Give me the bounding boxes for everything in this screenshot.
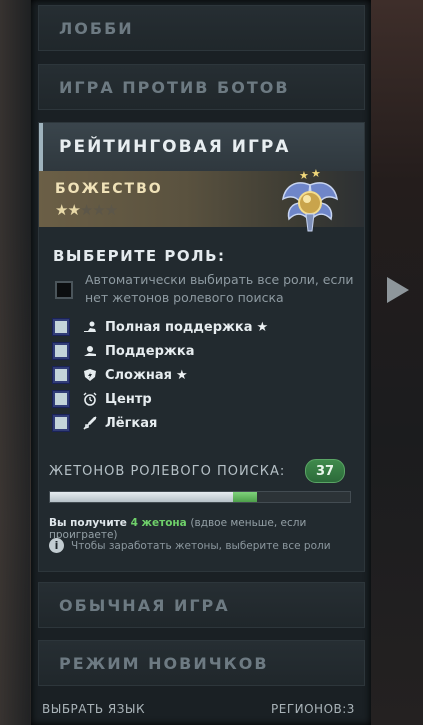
regions-link[interactable]: РЕГИОНОВ:3	[271, 702, 355, 716]
svg-text:★: ★	[299, 169, 309, 182]
role-checkbox[interactable]	[53, 367, 69, 383]
info-icon: i	[49, 538, 64, 553]
svg-text:★: ★	[311, 167, 321, 180]
preferred-star-icon: ★	[256, 319, 269, 335]
role-checkbox[interactable]	[53, 319, 69, 335]
role-checkbox[interactable]	[53, 415, 69, 431]
divine-medal-icon: ★ ★	[282, 167, 338, 232]
normal-game-label: ОБЫЧНАЯ ИГРА	[59, 595, 230, 615]
offlane-icon	[84, 369, 96, 381]
expand-arrow-icon[interactable]	[387, 277, 409, 303]
mid-icon	[83, 392, 97, 406]
info-text: Чтобы заработать жетоны, выберите все ро…	[71, 539, 331, 552]
bots-label: ИГРА ПРОТИВ БОТОВ	[59, 77, 290, 97]
background-left-art	[0, 0, 30, 725]
role-label: Поддержка	[105, 343, 195, 359]
rank-stars-filled: ★★	[55, 201, 81, 219]
role-checkbox[interactable]	[53, 343, 69, 359]
newbie-mode-button[interactable]: РЕЖИМ НОВИЧКОВ	[38, 640, 365, 686]
role-label: Сложная	[105, 367, 173, 383]
bots-button[interactable]: ИГРА ПРОТИВ БОТОВ	[38, 64, 365, 110]
role-row-mid[interactable]: Центр	[53, 390, 152, 408]
auto-select-label: Автоматически выбирать все роли, если не…	[85, 272, 354, 305]
role-label: Лёгкая	[105, 415, 158, 431]
gain-amount: 4 жетона	[130, 517, 187, 529]
role-tokens-label: ЖЕТОНОВ РОЛЕВОГО ПОИСКА:	[49, 464, 286, 479]
role-label: Полная поддержка	[105, 319, 253, 335]
ranked-header[interactable]: РЕЙТИНГОВАЯ ИГРА	[39, 123, 364, 171]
select-language-link[interactable]: ВЫБРАТЬ ЯЗЫК	[42, 702, 145, 716]
gain-prefix: Вы получите	[49, 517, 127, 529]
token-progress-gain	[233, 492, 257, 502]
hard-support-icon	[84, 321, 96, 332]
auto-select-checkbox[interactable]	[55, 281, 73, 299]
newbie-mode-label: РЕЖИМ НОВИЧКОВ	[59, 653, 269, 673]
background-right-art	[370, 0, 423, 725]
token-info: i Чтобы заработать жетоны, выберите все …	[49, 538, 331, 553]
safelane-icon	[83, 416, 97, 430]
soft-support-icon	[84, 346, 96, 356]
role-select-title: ВЫБЕРИТЕ РОЛЬ:	[53, 247, 226, 265]
preferred-star-icon: ★	[176, 367, 188, 383]
normal-game-button[interactable]: ОБЫЧНАЯ ИГРА	[38, 582, 365, 628]
role-label: Центр	[105, 391, 152, 407]
rank-band: БОЖЕСТВО ★★★★★ ★ ★	[39, 167, 364, 232]
lobby-label: ЛОББИ	[59, 18, 134, 38]
token-progress-bar	[49, 491, 351, 503]
rank-name: БОЖЕСТВО	[55, 181, 163, 197]
rank-stars: ★★★★★	[55, 201, 118, 219]
role-row-soft-support[interactable]: Поддержка	[53, 342, 194, 360]
token-progress-fill	[50, 492, 233, 502]
lobby-button[interactable]: ЛОББИ	[38, 5, 365, 51]
role-row-hard-support[interactable]: Полная поддержка ★	[53, 318, 268, 336]
role-row-offlane[interactable]: Сложная ★	[53, 366, 188, 384]
ranked-panel: РЕЙТИНГОВАЯ ИГРА БОЖЕСТВО ★★★★★ ★ ★ ВЫБЕ…	[38, 122, 365, 572]
role-row-safelane[interactable]: Лёгкая	[53, 414, 157, 432]
role-checkbox[interactable]	[53, 391, 69, 407]
rank-stars-empty: ★★★	[79, 201, 118, 219]
role-tokens-count: 37	[305, 459, 345, 483]
ranked-label: РЕЙТИНГОВАЯ ИГРА	[59, 137, 291, 157]
